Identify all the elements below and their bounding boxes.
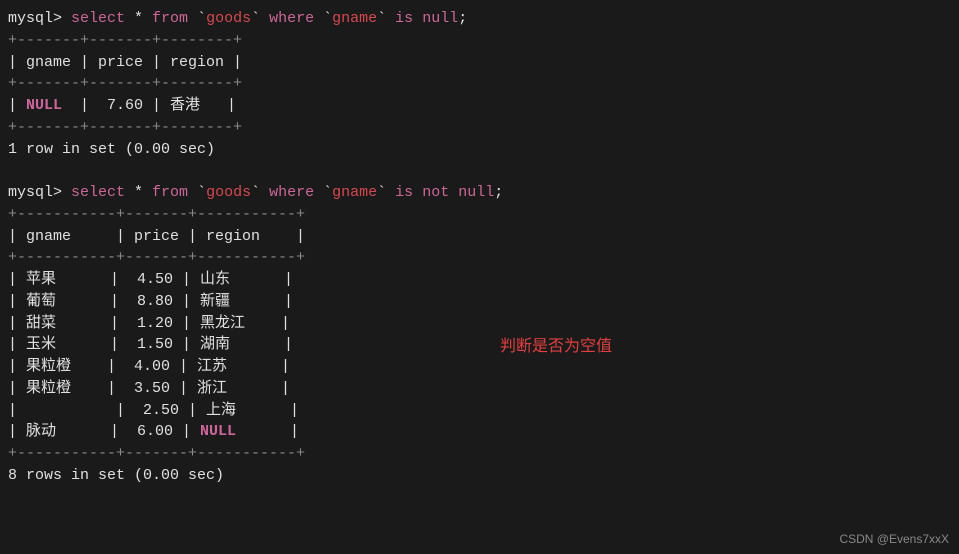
table-row: | 果粒橙 | 4.00 | 江苏 |: [8, 356, 951, 378]
cell-suffix: |: [236, 423, 299, 440]
backtick: `: [188, 10, 206, 27]
table-border: +-----------+-------+-----------+: [8, 443, 951, 465]
table-header: | gname | price | region |: [8, 52, 951, 74]
star: *: [125, 10, 152, 27]
semicolon: ;: [494, 184, 503, 201]
semicolon: ;: [458, 10, 467, 27]
table-row: | 玉米 | 1.50 | 湖南 |: [8, 334, 951, 356]
col-name: gname: [332, 10, 377, 27]
table-row: | 甜菜 | 1.20 | 黑龙江 |: [8, 313, 951, 335]
mysql-prompt: mysql>: [8, 10, 71, 27]
terminal-output: mysql> select * from `goods` where `gnam…: [8, 8, 951, 487]
backtick: `: [314, 10, 332, 27]
backtick: `: [251, 10, 269, 27]
table-border: +-------+-------+--------+: [8, 117, 951, 139]
kw-null: null: [422, 10, 458, 27]
watermark-text: CSDN @Evens7xxX: [839, 531, 949, 548]
kw-where: where: [269, 184, 314, 201]
space: [413, 184, 422, 201]
query-line-1: mysql> select * from `goods` where `gnam…: [8, 8, 951, 30]
table-border: +-------+-------+--------+: [8, 73, 951, 95]
table-name: goods: [206, 184, 251, 201]
table-row: | 果粒橙 | 3.50 | 浙江 |: [8, 378, 951, 400]
table-row: | 葡萄 | 8.80 | 新疆 |: [8, 291, 951, 313]
kw-not: not: [422, 184, 449, 201]
status-line: 1 row in set (0.00 sec): [8, 139, 951, 161]
star: *: [125, 184, 152, 201]
kw-from: from: [152, 10, 188, 27]
space: [413, 10, 422, 27]
kw-select: select: [71, 184, 125, 201]
null-value: NULL: [200, 423, 236, 440]
kw-is: is: [395, 10, 413, 27]
table-header: | gname | price | region |: [8, 226, 951, 248]
table-border: +-----------+-------+-----------+: [8, 247, 951, 269]
backtick: `: [377, 10, 395, 27]
table-border: +-----------+-------+-----------+: [8, 204, 951, 226]
table-row: | | 2.50 | 上海 |: [8, 400, 951, 422]
backtick: `: [188, 184, 206, 201]
table-row: | 脉动 | 6.00 | NULL |: [8, 421, 951, 443]
status-line: 8 rows in set (0.00 sec): [8, 465, 951, 487]
table-border: +-------+-------+--------+: [8, 30, 951, 52]
table-name: goods: [206, 10, 251, 27]
query-line-2: mysql> select * from `goods` where `gnam…: [8, 182, 951, 204]
kw-null: null: [458, 184, 494, 201]
table-row: | NULL | 7.60 | 香港 |: [8, 95, 951, 117]
space: [449, 184, 458, 201]
cell-prefix: |: [8, 97, 26, 114]
cell-prefix: | 脉动 | 6.00 |: [8, 423, 200, 440]
col-name: gname: [332, 184, 377, 201]
blank-line: [8, 160, 951, 182]
cell-rest: | 7.60 | 香港 |: [62, 97, 236, 114]
backtick: `: [377, 184, 395, 201]
kw-select: select: [71, 10, 125, 27]
mysql-prompt: mysql>: [8, 184, 71, 201]
backtick: `: [251, 184, 269, 201]
kw-from: from: [152, 184, 188, 201]
annotation-text: 判断是否为空值: [500, 335, 612, 358]
kw-is: is: [395, 184, 413, 201]
backtick: `: [314, 184, 332, 201]
table-row: | 苹果 | 4.50 | 山东 |: [8, 269, 951, 291]
kw-where: where: [269, 10, 314, 27]
null-value: NULL: [26, 97, 62, 114]
